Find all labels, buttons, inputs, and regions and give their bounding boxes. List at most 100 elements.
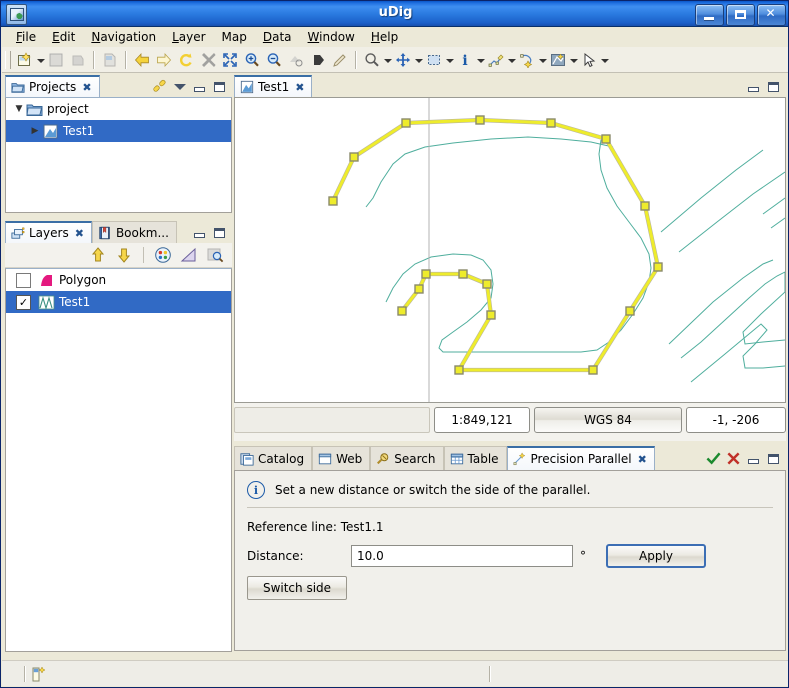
stop-button[interactable] <box>197 49 219 71</box>
expander-collapsed-icon[interactable]: ▶ <box>28 126 42 136</box>
layer-checkbox-polygon[interactable] <box>16 272 31 288</box>
menu-file[interactable]: File <box>8 28 44 46</box>
create-line-dropdown-arrow[interactable] <box>538 49 547 71</box>
opacity-ramp-button[interactable] <box>180 246 198 264</box>
new-map-dropdown-arrow[interactable] <box>36 49 45 71</box>
fill-polygon-tool-button[interactable] <box>547 49 569 71</box>
maximize-editor-button[interactable] <box>766 79 781 94</box>
back-button[interactable] <box>131 49 153 71</box>
pan-move-dropdown-arrow[interactable] <box>414 49 423 71</box>
minimize-view-button[interactable] <box>192 79 207 94</box>
tree-row-project[interactable]: ▼ project <box>6 98 231 120</box>
fill-polygon-dropdown-arrow[interactable] <box>569 49 578 71</box>
marquee-select-dropdown-arrow[interactable] <box>445 49 454 71</box>
magnifier-dropdown-arrow[interactable] <box>383 49 392 71</box>
refresh-button[interactable] <box>175 49 197 71</box>
expander-expanded-icon[interactable]: ▼ <box>12 104 26 114</box>
create-line-tool-button[interactable] <box>516 49 538 71</box>
edit-geometry-dropdown-arrow[interactable] <box>507 49 516 71</box>
map-icon <box>42 124 59 139</box>
delete-button[interactable] <box>99 49 121 71</box>
menu-window[interactable]: Window <box>300 28 363 46</box>
toolbar-grip[interactable] <box>5 50 11 69</box>
maximize-view-button[interactable] <box>212 225 227 240</box>
info-tool-button[interactable]: i <box>454 49 476 71</box>
move-layer-up-button[interactable] <box>89 246 107 264</box>
switch-side-button[interactable]: Switch side <box>247 576 347 600</box>
cursor-arrow-dropdown-arrow[interactable] <box>600 49 609 71</box>
minimize-view-button[interactable] <box>192 225 207 240</box>
tab-search[interactable]: Search <box>370 446 444 470</box>
parallel-vertex-handles[interactable] <box>328 115 663 375</box>
maximize-view-button[interactable] <box>212 79 227 94</box>
menu-help[interactable]: Help <box>363 28 406 46</box>
menu-map-label: Map <box>221 30 247 44</box>
crs-button[interactable]: WGS 84 <box>534 407 682 433</box>
menu-data[interactable]: Data <box>255 28 300 46</box>
zoom-extent-button[interactable] <box>219 49 241 71</box>
tree-row-test1[interactable]: ▶ Test1 <box>6 120 231 142</box>
link-with-editor-button[interactable] <box>152 79 167 94</box>
menu-map[interactable]: Map <box>214 28 255 46</box>
toolbar-separator <box>93 50 95 69</box>
maximize-view-button[interactable] <box>766 451 781 466</box>
cancel-button[interactable] <box>726 451 741 466</box>
menu-navigation[interactable]: Navigation <box>83 28 164 46</box>
close-x-icon[interactable]: ✖ <box>638 453 647 466</box>
color-palette-button[interactable] <box>154 246 172 264</box>
tree-label-project: project <box>47 102 89 116</box>
forward-button[interactable] <box>153 49 175 71</box>
map-canvas[interactable] <box>234 97 786 403</box>
marquee-select-tool-button[interactable] <box>423 49 445 71</box>
tab-bookmarks[interactable]: Bookm... <box>91 221 177 243</box>
projects-tree[interactable]: ▼ project ▶ Test1 <box>5 97 232 213</box>
new-map-button[interactable] <box>14 49 36 71</box>
accept-button[interactable] <box>706 451 721 466</box>
zoom-next-button[interactable] <box>307 49 329 71</box>
view-menu-button[interactable] <box>172 79 187 94</box>
paste-button[interactable] <box>67 49 89 71</box>
maximize-button[interactable] <box>726 4 755 26</box>
distance-input[interactable] <box>351 545 573 567</box>
menu-layer[interactable]: Layer <box>164 28 213 46</box>
info-dropdown-arrow[interactable] <box>476 49 485 71</box>
title-bar: uDig <box>1 1 788 27</box>
tab-layers[interactable]: Layers ✖ <box>5 221 92 243</box>
layers-tabrow: Layers ✖ Bookm... <box>5 221 232 243</box>
close-x-icon[interactable]: ✖ <box>75 227 84 240</box>
apply-button[interactable]: Apply <box>606 544 706 568</box>
zoom-previous-button[interactable] <box>285 49 307 71</box>
layer-row-test1[interactable]: ✓ Test1 <box>6 291 231 313</box>
copy-button[interactable] <box>45 49 67 71</box>
tab-projects[interactable]: Projects ✖ <box>5 75 100 97</box>
zoom-to-layer-button[interactable] <box>206 246 224 264</box>
cursor-arrow-tool-button[interactable] <box>578 49 600 71</box>
pan-move-tool-button[interactable] <box>392 49 414 71</box>
tab-editor-test1[interactable]: Test1 ✖ <box>234 75 313 97</box>
minimize-view-button[interactable] <box>746 451 761 466</box>
magnifier-tool-button[interactable] <box>361 49 383 71</box>
zoom-out-button[interactable] <box>263 49 285 71</box>
tab-web[interactable]: Web <box>312 446 371 470</box>
zoom-in-button[interactable] <box>241 49 263 71</box>
layers-list[interactable]: Polygon ✓ Test1 <box>5 268 232 652</box>
close-x-icon[interactable]: ✖ <box>82 81 91 94</box>
layers-view: Layers ✖ Bookm... Polygon ✓ Test1 <box>5 221 232 652</box>
precision-parallel-icon <box>513 452 525 466</box>
scale-field[interactable]: 1:849,121 <box>434 407 530 433</box>
projects-view-tools <box>152 75 232 97</box>
layer-row-polygon[interactable]: Polygon <box>6 269 231 291</box>
tab-catalog[interactable]: Catalog <box>234 446 313 470</box>
move-layer-down-button[interactable] <box>115 246 133 264</box>
close-x-icon[interactable]: ✖ <box>295 81 304 94</box>
minimize-button[interactable] <box>695 4 724 26</box>
tab-table[interactable]: Table <box>443 446 507 470</box>
layer-checkbox-test1[interactable]: ✓ <box>16 294 31 310</box>
tab-web-label: Web <box>336 451 363 466</box>
style-editor-button[interactable] <box>329 49 351 71</box>
close-button[interactable] <box>757 4 786 26</box>
minimize-editor-button[interactable] <box>746 79 761 94</box>
tab-precision-parallel[interactable]: Precision Parallel ✖ <box>506 446 655 470</box>
edit-geometry-tool-button[interactable] <box>485 49 507 71</box>
menu-edit[interactable]: Edit <box>44 28 83 46</box>
